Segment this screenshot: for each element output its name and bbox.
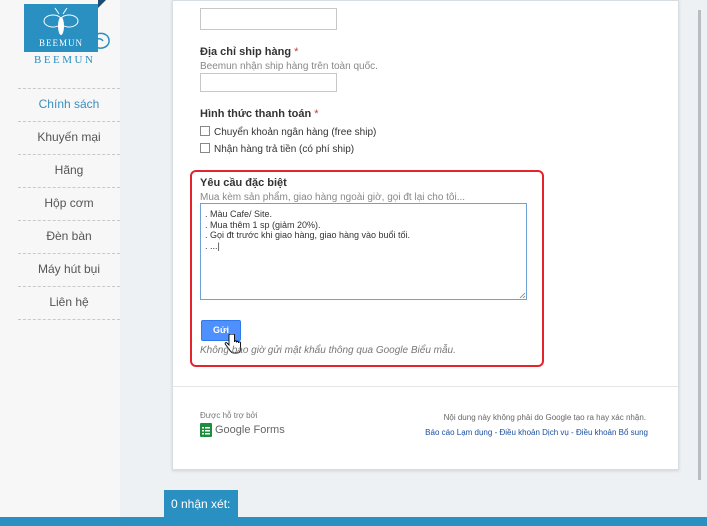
special-request-textarea[interactable]: . Màu Cafe/ Site. . Mua thêm 1 sp (giảm … — [200, 203, 527, 300]
footer-links: Báo cáo Lạm dụng - Điều khoản Dịch vụ - … — [400, 428, 648, 437]
textarea-line: . Màu Cafe/ Site. — [205, 209, 273, 219]
sidebar-item-khuyen-mai[interactable]: Khuyến mại — [18, 121, 120, 154]
swirl-icon — [89, 32, 110, 49]
terms-of-service-link[interactable]: Điều khoản Dịch vụ — [499, 428, 568, 437]
payment-option-cod[interactable]: Nhận hàng trả tiền (có phí ship) — [200, 143, 354, 157]
sidebar-item-lien-he[interactable]: Liên hệ — [18, 286, 120, 319]
resize-handle-icon[interactable] — [519, 292, 526, 299]
textarea-line: . Mua thêm 1 sp (giảm 20%). — [205, 219, 321, 230]
sidebar-item-label: Hộp cơm — [44, 196, 94, 210]
sidebar-item-chinh-sach[interactable]: Chính sách — [18, 88, 120, 121]
scrollbar[interactable] — [698, 10, 701, 480]
site-logo[interactable]: BEEMUN — [24, 4, 98, 52]
payment-label: Hình thức thanh toán * — [200, 108, 319, 120]
powered-by-label: Được hỗ trợ bởi — [200, 411, 258, 420]
bottom-bar — [0, 517, 707, 526]
textarea-line: . ...| — [205, 240, 220, 251]
checkbox-label: Chuyển khoản ngân hàng (free ship) — [214, 127, 377, 138]
required-mark: * — [314, 108, 319, 120]
google-forms-text: Google Forms — [215, 424, 285, 436]
password-warning: Không bao giờ gửi mật khẩu thông qua Goo… — [200, 345, 456, 356]
special-request-help: Mua kèm sản phẩm, giao hàng ngoài giờ, g… — [200, 192, 466, 203]
special-request-label: Yêu cầu đặc biệt — [200, 177, 287, 189]
checkbox[interactable] — [200, 126, 210, 136]
sidebar-item-hop-com[interactable]: Hộp cơm — [18, 187, 120, 220]
footer-divider — [173, 386, 678, 387]
sidebar-item-label: Đèn bàn — [46, 229, 92, 243]
sidebar: BEEMUN BEEMUN Chính sách Khuyến mại Hãng… — [0, 0, 120, 526]
shipping-address-label-text: Địa chỉ ship hàng — [200, 46, 292, 58]
nav-separator — [18, 319, 120, 320]
payment-option-bank-transfer[interactable]: Chuyển khoản ngân hàng (free ship) — [200, 126, 376, 140]
link-separator: - — [568, 428, 576, 437]
logo-corner-ribbon — [98, 0, 106, 8]
logo-text-big: BEEMUN — [34, 54, 96, 66]
report-abuse-link[interactable]: Báo cáo Lạm dụng — [425, 428, 492, 437]
payment-label-text: Hình thức thanh toán — [200, 108, 312, 120]
shipping-address-help: Beemun nhận ship hàng trên toàn quốc. — [200, 61, 378, 72]
shipping-address-input[interactable] — [200, 73, 337, 92]
google-disclaimer: Nội dung này không phải do Google tạo ra… — [443, 413, 646, 422]
sidebar-item-label: Máy hút bụi — [37, 262, 101, 276]
sidebar-item-label: Khuyến mại — [37, 130, 101, 144]
logo-text-small: BEEMUN — [39, 38, 83, 48]
google-forms-icon — [200, 423, 212, 437]
sidebar-item-label: Liên hệ — [49, 295, 89, 309]
checkbox[interactable] — [200, 143, 210, 153]
sidebar-item-label: Hãng — [54, 163, 84, 177]
previous-text-field[interactable] — [200, 8, 337, 30]
sidebar-item-may-hut-bui[interactable]: Máy hút bụi — [18, 253, 120, 286]
comments-count-tab[interactable]: 0 nhận xét: — [164, 490, 238, 518]
additional-terms-link[interactable]: Điều khoản Bổ sung — [576, 428, 648, 437]
checkbox-label: Nhận hàng trả tiền (có phí ship) — [214, 144, 355, 155]
required-mark: * — [294, 46, 299, 58]
sidebar-item-label: Chính sách — [38, 97, 100, 111]
sidebar-item-den-ban[interactable]: Đèn bàn — [18, 220, 120, 253]
sidebar-item-hang[interactable]: Hãng — [18, 154, 120, 187]
textarea-line: . Gọi đt trước khi giao hàng, giao hàng … — [205, 230, 411, 240]
shipping-address-label: Địa chỉ ship hàng * — [200, 46, 298, 58]
